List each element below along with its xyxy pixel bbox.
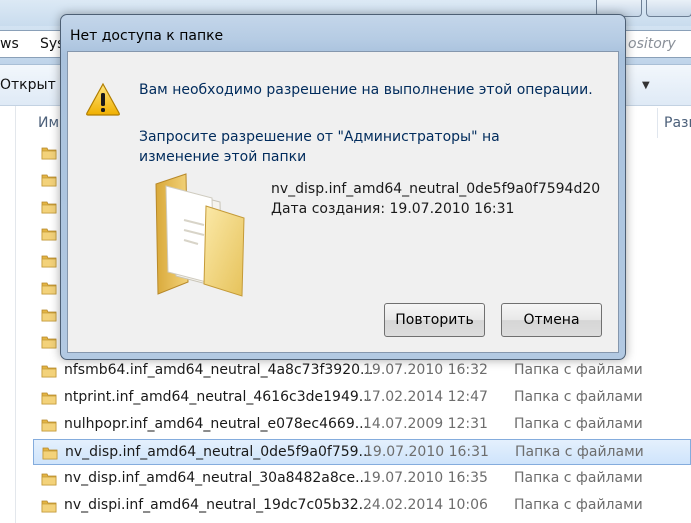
table-row[interactable]: nv_dispi.inf_amd64_neutral_19dc7c05b32..…: [33, 493, 691, 519]
retry-button[interactable]: Повторить: [384, 303, 485, 337]
row-type: Папка с файлами: [514, 362, 643, 378]
folder-icon: [146, 172, 246, 301]
warning-icon: [85, 82, 121, 120]
row-name: ntprint.inf_amd64_neutral_4616c3de1949..…: [64, 389, 373, 405]
row-name: nv_disp.inf_amd64_neutral_0de5f9a0f759..…: [65, 444, 372, 460]
table-row[interactable]: ntprint.inf_amd64_neutral_4616c3de1949..…: [33, 385, 691, 411]
folder-icon: [41, 417, 57, 437]
navigation-pane[interactable]: [0, 106, 16, 523]
address-crumb-windows[interactable]: ws: [0, 36, 19, 52]
folder-icon: [41, 280, 57, 300]
dialog-message-secondary: Запросите разрешение от "Администраторы"…: [139, 129, 500, 165]
dialog-message-primary: Вам необходимо разрешение на выполнение …: [139, 82, 593, 98]
row-name: nulhpopr.inf_amd64_neutral_e078ec4669...: [64, 416, 369, 432]
row-type: Папка с файлами: [514, 497, 643, 513]
folder-icon: [41, 471, 57, 491]
access-denied-dialog: Нет доступа к папке Вам необходимо разре…: [60, 14, 626, 360]
folder-name: nv_disp.inf_amd64_neutral_0de5f9a0f7594d…: [271, 181, 601, 197]
folder-icon: [41, 172, 57, 192]
row-name: nv_dispi.inf_amd64_neutral_19dc7c05b32..…: [64, 497, 373, 513]
row-type: Папка с файлами: [514, 389, 643, 405]
row-date: 14.07.2009 12:31: [363, 416, 488, 432]
folder-icon: [41, 363, 57, 383]
table-row[interactable]: nulhpopr.inf_amd64_neutral_e078ec4669...…: [33, 412, 691, 438]
chevron-down-icon[interactable]: ▼: [642, 80, 650, 91]
folder-created-date: Дата создания: 19.07.2010 16:31: [271, 201, 515, 217]
folder-icon: [41, 226, 57, 246]
row-date: 17.02.2014 12:47: [363, 389, 488, 405]
row-name: nv_disp.inf_amd64_neutral_30a8482a8ce...: [64, 470, 369, 486]
search-placeholder: ository: [628, 36, 676, 52]
folder-icon: [41, 498, 57, 518]
column-header-size[interactable]: Разм: [664, 108, 691, 138]
folder-icon: [41, 390, 57, 410]
row-date: 24.02.2014 10:06: [363, 497, 488, 513]
folder-icon: [42, 445, 58, 465]
folder-icon: [41, 334, 57, 354]
row-type: Папка с файлами: [515, 444, 644, 460]
dialog-body: Вам необходимо разрешение на выполнение …: [67, 51, 619, 353]
folder-icon: [41, 145, 57, 165]
cancel-button[interactable]: Отмена: [501, 303, 602, 337]
open-button[interactable]: Открыт: [0, 77, 56, 93]
folder-icon: [41, 253, 57, 273]
row-date: 19.07.2010 16:32: [363, 362, 488, 378]
dialog-title: Нет доступа к папке: [70, 28, 224, 44]
row-date: 19.07.2010 16:35: [363, 470, 488, 486]
table-row-selected[interactable]: nv_disp.inf_amd64_neutral_0de5f9a0f759..…: [33, 439, 691, 465]
row-date: 19.07.2010 16:31: [364, 444, 489, 460]
column-separator[interactable]: [657, 108, 658, 138]
maximize-button[interactable]: [646, 0, 691, 17]
folder-icon: [41, 307, 57, 327]
table-row[interactable]: nfsmb64.inf_amd64_neutral_4a8c73f3920...…: [33, 358, 691, 384]
row-name: nfsmb64.inf_amd64_neutral_4a8c73f3920...: [64, 362, 374, 378]
folder-icon: [41, 199, 57, 219]
column-header-name[interactable]: Им: [38, 108, 59, 138]
table-row[interactable]: nv_disp.inf_amd64_neutral_30a8482a8ce...…: [33, 466, 691, 492]
row-type: Папка с файлами: [514, 416, 643, 432]
row-type: Папка с файлами: [514, 470, 643, 486]
